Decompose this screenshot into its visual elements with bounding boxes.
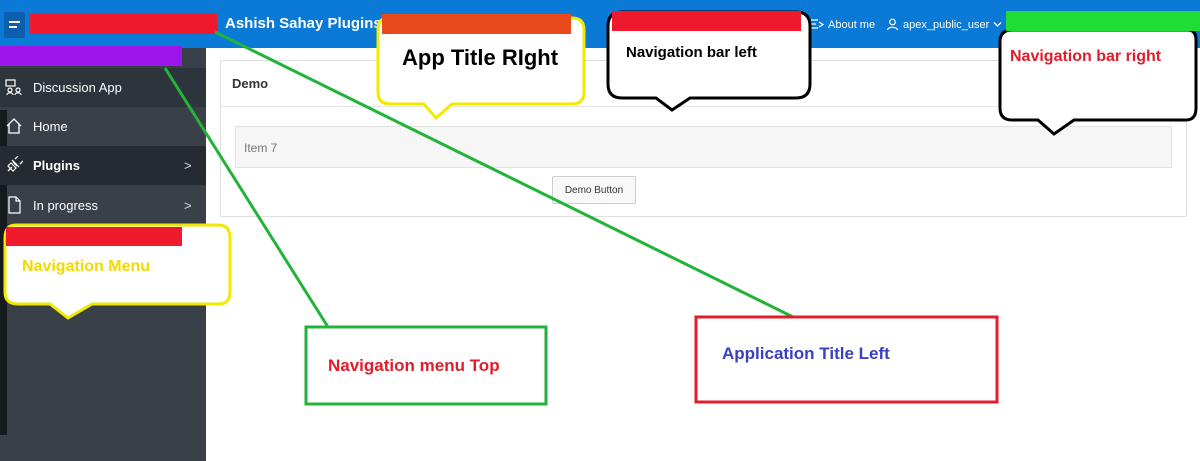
nav-bar-right-highlight-top xyxy=(1006,11,1200,31)
menu-toggle-button[interactable] xyxy=(4,12,25,38)
app-title-left-highlight xyxy=(29,14,217,34)
label-nav-bar-right: Navigation bar right xyxy=(1010,48,1162,65)
label-app-title-left: Application Title Left xyxy=(722,344,890,363)
home-icon xyxy=(6,118,22,134)
plug-icon xyxy=(7,156,23,172)
sidebar-item-discussion-app[interactable]: Discussion App xyxy=(0,68,206,107)
sidebar-item-plugins[interactable]: Plugins > xyxy=(0,146,206,185)
about-icon xyxy=(811,19,824,29)
chevron-right-icon: > xyxy=(184,158,192,173)
sidebar-item-in-progress[interactable]: In progress > xyxy=(0,186,206,225)
demo-button[interactable]: Demo Button xyxy=(552,176,636,204)
item-7-label: Item 7 xyxy=(244,141,278,155)
label-nav-bar-left: Navigation bar left xyxy=(626,44,757,61)
region-divider xyxy=(221,106,1186,107)
label-nav-menu-top: Navigation menu Top xyxy=(328,356,500,375)
user-label: apex_public_user xyxy=(903,18,990,31)
about-me-label: About me xyxy=(828,18,876,31)
sidebar-item-label: In progress xyxy=(33,198,99,213)
chevron-down-icon xyxy=(993,22,1002,27)
user-menu[interactable]: apex_public_user xyxy=(886,18,1002,31)
nav-bar-left-highlight-top xyxy=(612,11,801,31)
discussion-icon xyxy=(5,79,22,96)
nav-menu-top-highlight xyxy=(0,46,182,66)
user-icon xyxy=(886,18,899,31)
region-title: Demo xyxy=(232,76,269,91)
label-app-title-right: App Title RIght xyxy=(402,45,559,70)
item-7-field[interactable]: Item 7 xyxy=(235,126,1172,168)
sidebar-item-home[interactable]: Home xyxy=(0,107,206,146)
navigation-sidebar: Discussion App Home Plugins > In progres… xyxy=(0,48,206,461)
sidebar-item-label: Discussion App xyxy=(33,80,122,95)
sidebar-item-label: Plugins xyxy=(33,158,80,173)
about-me-link[interactable]: About me xyxy=(810,18,875,31)
nav-menu-highlight-top xyxy=(6,227,182,246)
demo-region: Demo Item 7 Demo Button xyxy=(220,60,1187,217)
sidebar-item-label: Home xyxy=(33,119,68,134)
label-nav-menu: Navigation Menu xyxy=(22,258,151,275)
app-title-right-highlight-top xyxy=(382,14,571,34)
app-title[interactable]: Ashish Sahay Plugins xyxy=(225,15,382,32)
chevron-right-icon: > xyxy=(184,198,192,213)
hamburger-icon xyxy=(9,21,20,23)
hamburger-icon-line xyxy=(9,26,17,28)
document-icon xyxy=(8,196,21,214)
